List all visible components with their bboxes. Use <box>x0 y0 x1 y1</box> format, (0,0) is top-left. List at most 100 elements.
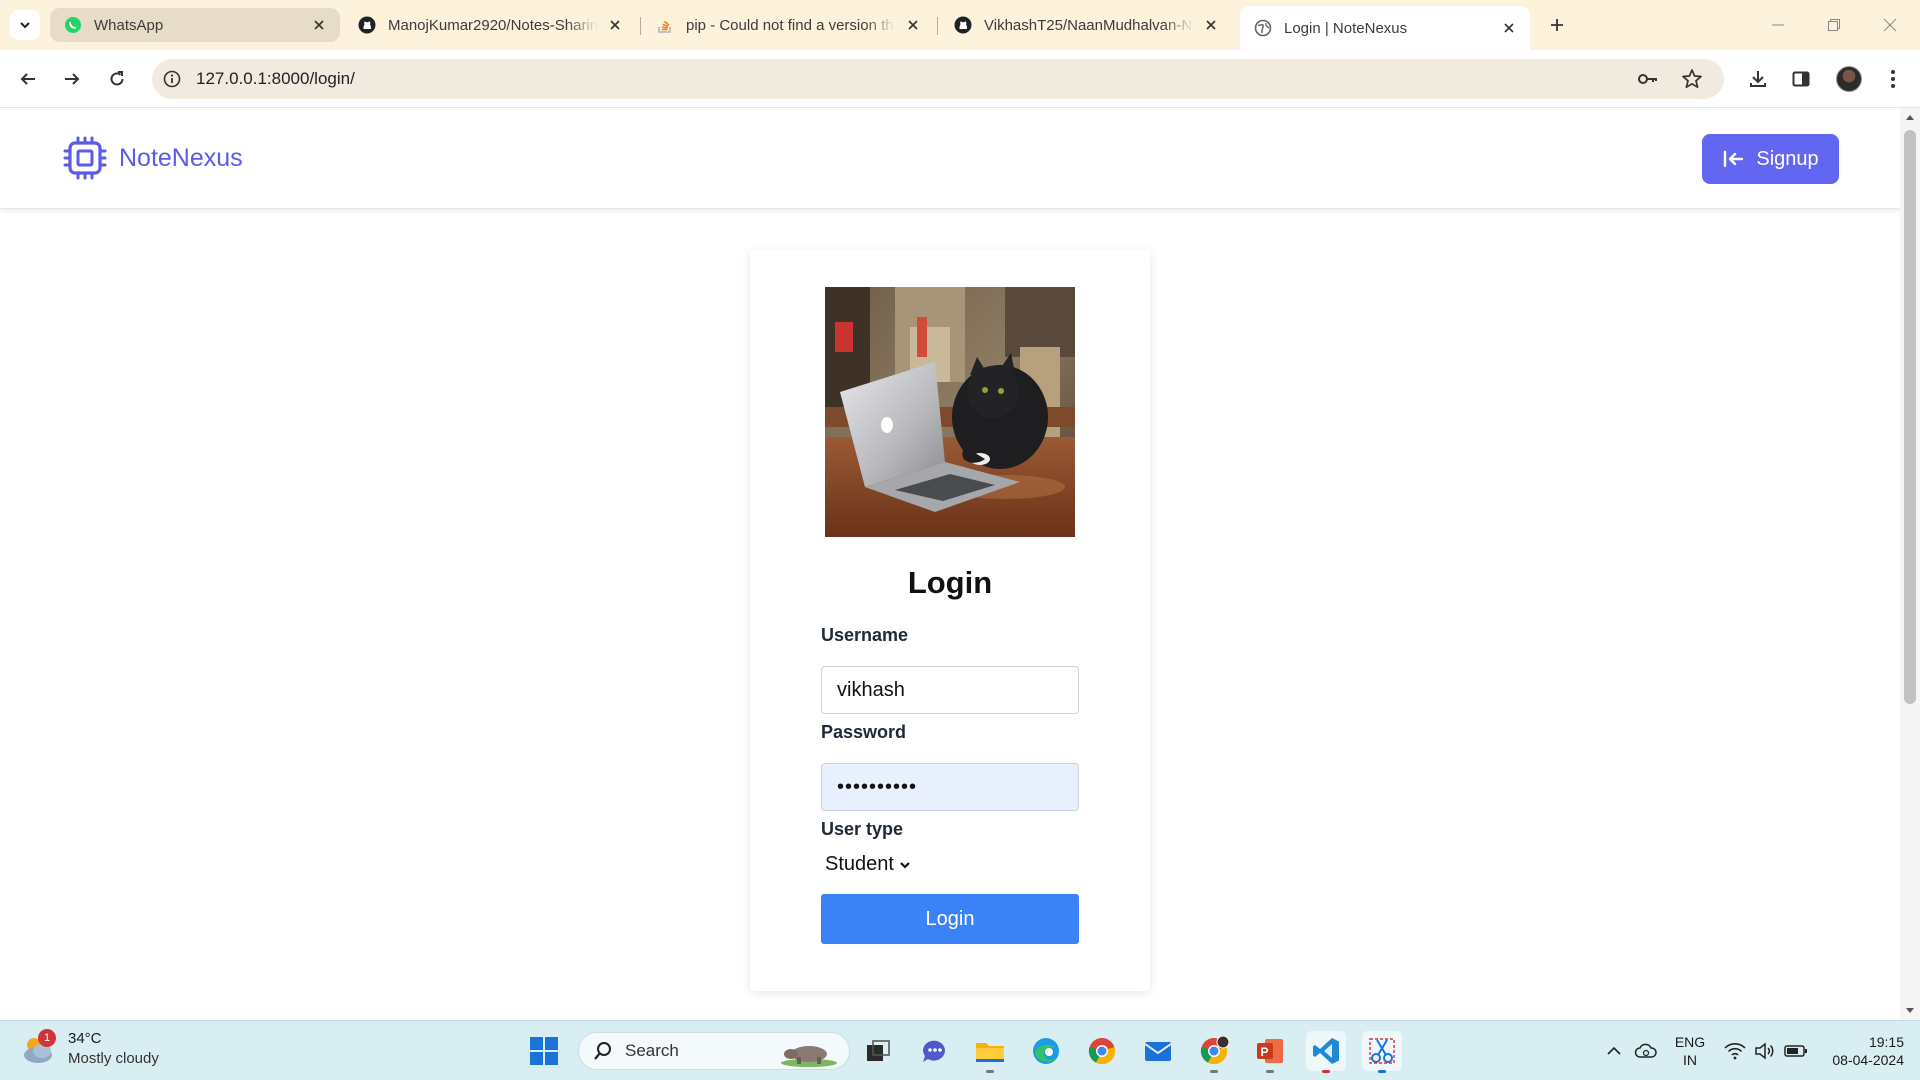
search-icon <box>594 1042 611 1060</box>
close-icon[interactable] <box>1202 16 1220 34</box>
task-view-button[interactable] <box>858 1031 898 1071</box>
cat-on-laptop-image <box>825 287 1075 537</box>
running-indicator <box>986 1070 994 1073</box>
downloads-button[interactable] <box>1743 64 1773 94</box>
url-text[interactable]: 127.0.0.1:8000/login/ <box>196 69 355 89</box>
signup-button[interactable]: Signup <box>1702 134 1839 184</box>
github-icon <box>358 16 376 34</box>
signup-label: Signup <box>1756 147 1819 170</box>
chrome-profile-button[interactable] <box>1194 1031 1234 1073</box>
user-type-select[interactable]: Student <box>825 853 912 876</box>
brand-name: NoteNexus <box>119 143 243 172</box>
forward-button[interactable] <box>57 64 87 94</box>
start-button[interactable] <box>524 1031 564 1071</box>
weather-description: Mostly cloudy <box>68 1050 159 1067</box>
close-icon[interactable] <box>1500 19 1518 37</box>
tab-search-button[interactable] <box>10 10 40 40</box>
tab-naanmudhalvan[interactable]: VikhashT25/NaanMudhalvan-N <box>940 8 1232 42</box>
close-window-button[interactable] <box>1862 0 1918 50</box>
tab-title: ManojKumar2920/Notes-Sharing <box>388 16 598 34</box>
tab-title: pip - Could not find a version that <box>686 16 896 34</box>
close-icon[interactable] <box>310 16 328 34</box>
side-panel-button[interactable] <box>1786 64 1816 94</box>
minimize-button[interactable] <box>1750 0 1806 50</box>
scrollbar-thumb[interactable] <box>1904 130 1916 704</box>
wifi-icon <box>1724 1043 1746 1060</box>
bookmark-star-icon[interactable] <box>1680 67 1704 91</box>
reload-button[interactable] <box>102 64 132 94</box>
battery-tray-icon[interactable] <box>1782 1021 1810 1080</box>
powerpoint-icon: P <box>1257 1039 1283 1063</box>
arrow-left-icon <box>20 73 35 85</box>
mail-icon <box>1144 1042 1172 1061</box>
page-scrollbar[interactable] <box>1900 108 1920 1020</box>
bing-highlight-image <box>781 1046 837 1067</box>
restore-icon <box>1828 19 1840 31</box>
chevron-up-icon <box>1607 1046 1621 1055</box>
side-panel-icon <box>1792 71 1810 87</box>
scroll-down-arrow[interactable] <box>1900 1002 1920 1020</box>
tab-login-notenexus[interactable]: Login | NoteNexus <box>1240 6 1530 50</box>
weather-widget[interactable]: 1 34°C Mostly cloudy <box>20 1029 159 1069</box>
language-region: IN <box>1683 1052 1697 1068</box>
tab-separator <box>937 17 938 35</box>
vscode-button[interactable] <box>1306 1031 1346 1073</box>
password-key-icon[interactable] <box>1636 67 1660 91</box>
chrome-button[interactable] <box>1082 1031 1122 1071</box>
snipping-tool-button[interactable] <box>1362 1031 1402 1073</box>
chip-icon <box>63 136 107 180</box>
snipping-tool-icon <box>1369 1038 1395 1064</box>
more-vertical-icon <box>1891 70 1895 88</box>
tab-stackoverflow[interactable]: pip - Could not find a version that <box>642 8 934 42</box>
new-tab-button[interactable] <box>1542 10 1572 40</box>
chevron-down-icon <box>20 22 30 29</box>
file-explorer-button[interactable] <box>970 1031 1010 1073</box>
battery-icon <box>1784 1045 1807 1057</box>
running-indicator <box>1266 1070 1274 1073</box>
password-label: Password <box>821 722 907 742</box>
onedrive-tray-icon[interactable] <box>1632 1021 1660 1080</box>
teams-chat-button[interactable] <box>914 1031 954 1071</box>
password-input[interactable]: •••••••••• <box>821 763 1079 811</box>
browser-tab-strip: WhatsApp ManojKumar2920/Notes-Sharing pi… <box>0 0 1920 50</box>
clock-date: 08-04-2024 <box>1832 1052 1904 1068</box>
show-hidden-icons-button[interactable] <box>1602 1021 1626 1080</box>
username-label: Username <box>821 625 909 645</box>
login-card: Login Username vikhash Password ••••••••… <box>750 250 1150 991</box>
tab-notes-sharing[interactable]: ManojKumar2920/Notes-Sharing <box>344 8 636 42</box>
login-button[interactable]: Login <box>821 894 1079 944</box>
mail-button[interactable] <box>1138 1031 1178 1071</box>
windows-logo-icon <box>530 1037 558 1065</box>
chevron-down-icon <box>900 861 910 869</box>
user-type-label: User type <box>821 819 904 839</box>
scroll-up-arrow[interactable] <box>1900 108 1920 126</box>
chrome-menu-button[interactable] <box>1878 64 1908 94</box>
tab-whatsapp[interactable]: WhatsApp <box>50 8 340 42</box>
profile-avatar[interactable] <box>1836 66 1862 92</box>
taskbar-search[interactable]: Search <box>578 1032 850 1070</box>
username-input[interactable]: vikhash <box>821 666 1079 714</box>
close-icon[interactable] <box>904 16 922 34</box>
download-icon <box>1750 71 1766 87</box>
cloudy-weather-icon: 1 <box>20 1029 56 1067</box>
close-icon[interactable] <box>606 16 624 34</box>
chat-icon <box>923 1040 945 1062</box>
chrome-icon <box>1200 1036 1229 1065</box>
system-clock[interactable]: 19:15 08-04-2024 <box>1820 1033 1904 1069</box>
site-info-icon[interactable] <box>162 69 182 89</box>
powerpoint-button[interactable]: P <box>1250 1031 1290 1073</box>
edge-button[interactable] <box>1026 1031 1066 1071</box>
brand-logo-link[interactable]: NoteNexus <box>63 136 243 180</box>
back-button[interactable] <box>13 64 43 94</box>
vscode-icon <box>1313 1038 1339 1064</box>
weather-badge: 1 <box>38 1029 56 1047</box>
address-bar[interactable]: 127.0.0.1:8000/login/ <box>152 59 1724 99</box>
close-icon <box>1883 18 1897 32</box>
tab-separator <box>640 17 641 35</box>
weather-temperature: 34°C <box>68 1030 102 1047</box>
restore-button[interactable] <box>1806 0 1862 50</box>
input-language-indicator[interactable]: ENG IN <box>1670 1033 1710 1069</box>
volume-tray-icon[interactable] <box>1752 1021 1778 1080</box>
windows-taskbar: 1 34°C Mostly cloudy Search P ENG IN 19:… <box>0 1020 1920 1080</box>
wifi-tray-icon[interactable] <box>1722 1021 1748 1080</box>
